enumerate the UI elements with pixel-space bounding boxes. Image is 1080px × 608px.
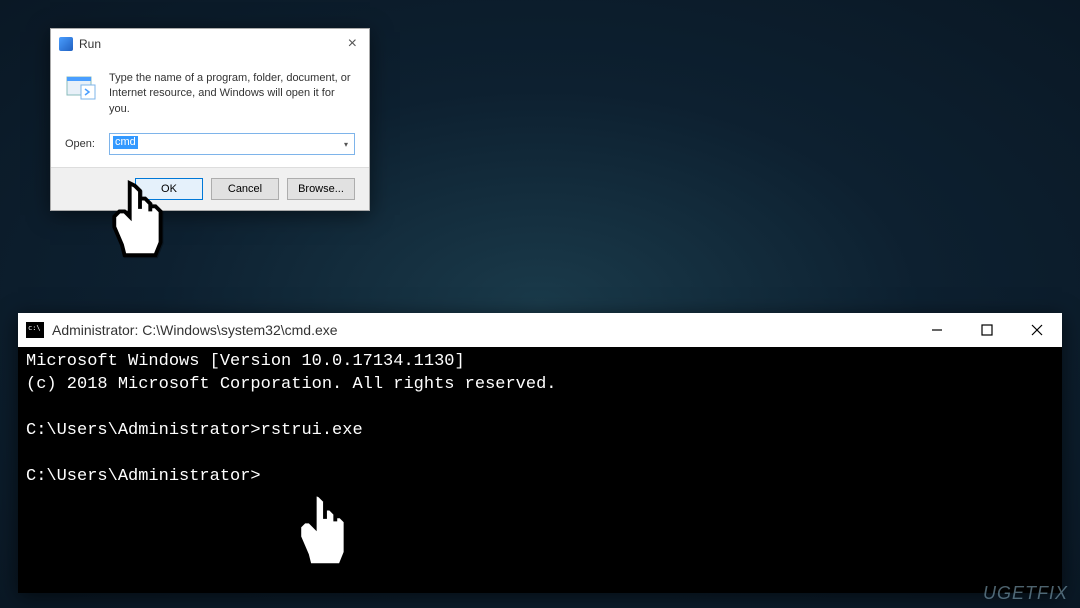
input-selection: cmd bbox=[113, 136, 138, 149]
run-titlebar[interactable]: Run × bbox=[51, 29, 369, 59]
open-input[interactable] bbox=[109, 133, 355, 155]
cmd-icon bbox=[26, 322, 44, 338]
chevron-down-icon[interactable]: ▾ bbox=[338, 134, 354, 154]
cmd-window: Administrator: C:\Windows\system32\cmd.e… bbox=[18, 313, 1062, 593]
run-description: Type the name of a program, folder, docu… bbox=[109, 71, 355, 117]
open-input-wrap[interactable]: cmd ▾ bbox=[109, 133, 355, 155]
cmd-prompt: C:\Users\Administrator> bbox=[26, 421, 261, 440]
pointer-cursor-icon bbox=[100, 178, 180, 268]
maximize-icon[interactable] bbox=[962, 313, 1012, 347]
cancel-button[interactable]: Cancel bbox=[211, 178, 279, 200]
cmd-line: (c) 2018 Microsoft Corporation. All righ… bbox=[26, 375, 557, 394]
cmd-titlebar[interactable]: Administrator: C:\Windows\system32\cmd.e… bbox=[18, 313, 1062, 347]
cmd-title: Administrator: C:\Windows\system32\cmd.e… bbox=[52, 322, 338, 338]
run-button-row: OK Cancel Browse... bbox=[51, 167, 369, 210]
run-title: Run bbox=[79, 37, 101, 51]
watermark: UGETFIX bbox=[983, 583, 1068, 604]
run-icon bbox=[59, 37, 73, 51]
cmd-line: Microsoft Windows [Version 10.0.17134.11… bbox=[26, 352, 465, 371]
cmd-command: rstrui.exe bbox=[261, 421, 363, 440]
browse-button[interactable]: Browse... bbox=[287, 178, 355, 200]
cmd-prompt: C:\Users\Administrator> bbox=[26, 467, 261, 486]
cmd-output[interactable]: Microsoft Windows [Version 10.0.17134.11… bbox=[18, 347, 1062, 593]
pointer-cursor-icon bbox=[285, 488, 365, 578]
close-icon[interactable]: × bbox=[344, 35, 361, 53]
close-icon[interactable] bbox=[1012, 313, 1062, 347]
minimize-icon[interactable] bbox=[912, 313, 962, 347]
run-dialog: Run × Type the name of a program, folder… bbox=[50, 28, 370, 211]
run-program-icon bbox=[65, 71, 97, 103]
open-label: Open: bbox=[65, 138, 101, 150]
